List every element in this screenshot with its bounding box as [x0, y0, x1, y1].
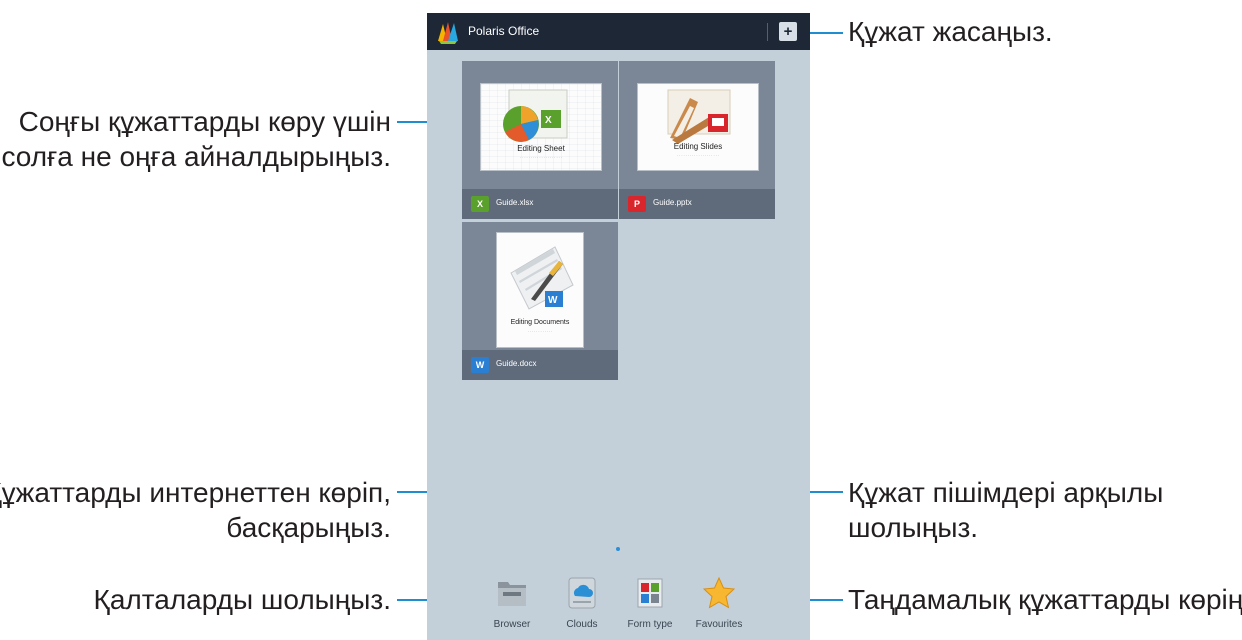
- callout-scroll-line1: Соңғы құжаттарды көру үшін: [18, 106, 391, 137]
- app-title: Polaris Office: [468, 24, 540, 38]
- powerpoint-icon: P: [628, 196, 646, 212]
- title-bar-divider: [767, 23, 768, 41]
- document-tile-docx[interactable]: W Editing Documents · · · · · · · · · · …: [462, 222, 618, 380]
- callout-formtype-line1: Құжат пішімдері арқылы: [848, 477, 1164, 508]
- word-icon: W: [471, 357, 489, 373]
- svg-text:W: W: [548, 295, 558, 306]
- callout-clouds: Құжаттарды интернеттен көріп, басқарыңыз…: [0, 475, 391, 545]
- svg-text:X: X: [545, 115, 552, 126]
- dock-label: Browser: [493, 619, 531, 630]
- callout-scroll-recent: Соңғы құжаттарды көру үшін солға не оңға…: [1, 104, 391, 174]
- thumbnail-title: Editing Sheet: [517, 144, 565, 153]
- new-document-button[interactable]: +: [779, 22, 797, 41]
- dock-form-type-button[interactable]: Form type: [620, 576, 680, 638]
- callout-scroll-line2: солға не оңға айналдырыңыз.: [1, 141, 391, 172]
- thumbnail-title: Editing Documents: [510, 319, 570, 326]
- callout-favourites: Таңдамалық құжаттарды көріңіз.: [848, 584, 1242, 615]
- plus-icon: +: [783, 23, 793, 40]
- document-footer: W Guide.docx: [462, 350, 618, 380]
- document-filename: Guide.pptx: [653, 198, 692, 207]
- dock-favourites-button[interactable]: Favourites: [689, 576, 749, 638]
- page-indicator: [616, 547, 620, 551]
- excel-icon: X: [471, 196, 489, 212]
- document-footer: X Guide.xlsx: [462, 189, 618, 219]
- thumbnail-caption: · · · · · · · · · · · · · · · · · · · ·: [520, 156, 562, 160]
- document-footer: P Guide.pptx: [619, 189, 775, 219]
- callout-formtype-line2: шолыңыз.: [848, 512, 979, 543]
- polaris-logo-icon: [438, 22, 458, 44]
- callout-clouds-line1: Құжаттарды интернеттен көріп,: [0, 477, 391, 508]
- folder-icon: [498, 582, 526, 606]
- document-tile-pptx[interactable]: Editing Slides · · · · · · · · · · · · ·…: [619, 61, 775, 219]
- callout-clouds-line2: басқарыңыз.: [226, 512, 391, 543]
- document-filename: Guide.docx: [496, 359, 537, 368]
- callout-form-type: Құжат пішімдері арқылы шолыңыз.: [848, 475, 1163, 545]
- thumbnail-caption: · · · · · · · · · · · ·: [527, 330, 553, 334]
- document-tile-xlsx[interactable]: X Editing Sheet · · · · · · · · · · · · …: [462, 61, 618, 219]
- document-thumbnail: W Editing Documents · · · · · · · · · · …: [496, 232, 584, 348]
- callout-create-document: Құжат жасаңыз.: [848, 16, 1053, 47]
- thumbnail-title: Editing Slides: [673, 142, 723, 151]
- dock-browser-button[interactable]: Browser: [482, 576, 542, 638]
- dock-label: Favourites: [695, 619, 743, 630]
- title-bar: Polaris Office +: [427, 13, 810, 50]
- document-thumbnail: X Editing Sheet · · · · · · · · · · · · …: [480, 83, 602, 171]
- document-filename: Guide.xlsx: [496, 198, 534, 207]
- dock-clouds-button[interactable]: Clouds: [552, 576, 612, 638]
- polaris-office-screen: Polaris Office + X Editing Sheet · · · ·…: [427, 13, 810, 640]
- star-icon: [702, 576, 736, 609]
- thumbnail-caption: · · · · · · · · · · · · · · · · · · · ·: [677, 154, 719, 158]
- dock-label: Form type: [627, 619, 673, 630]
- document-thumbnail: Editing Slides · · · · · · · · · · · · ·…: [637, 83, 759, 171]
- dock-label: Clouds: [566, 619, 598, 630]
- callout-browser: Қалталарды шолыңыз.: [93, 584, 391, 615]
- cloud-icon: [568, 577, 596, 609]
- form-type-icon: [637, 578, 663, 608]
